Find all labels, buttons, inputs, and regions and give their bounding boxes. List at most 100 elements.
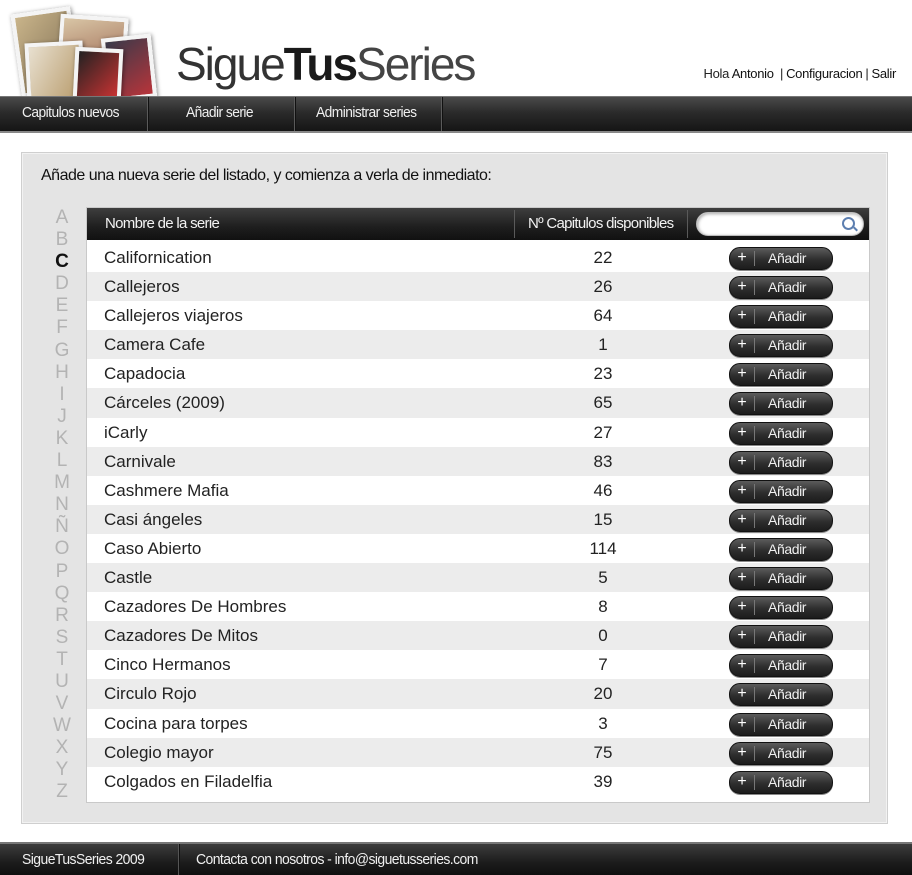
series-name: Callejeros — [104, 277, 180, 297]
chapter-count: 64 — [593, 306, 613, 326]
plus-icon: + — [737, 743, 747, 761]
series-name: Colgados en Filadelfia — [104, 771, 273, 791]
table-row: Circulo Rojo 20 + Añadir — [87, 679, 869, 709]
table-row: Capadocia 23 + Añadir — [87, 359, 869, 388]
config-link[interactable]: Configuracion — [786, 66, 863, 81]
add-series-button[interactable]: + Añadir — [729, 741, 833, 765]
chapter-count: 20 — [593, 684, 613, 704]
search-icon[interactable] — [842, 217, 855, 230]
series-name: Cashmere Mafia — [104, 480, 229, 500]
plus-icon: + — [737, 394, 747, 412]
plus-icon: + — [737, 365, 747, 383]
add-button-label: Añadir — [768, 628, 807, 645]
add-series-button[interactable]: + Añadir — [729, 334, 833, 358]
nav-item-add-series[interactable]: Añadir serie — [186, 97, 287, 131]
add-series-button[interactable]: + Añadir — [729, 537, 833, 561]
add-button-label: Añadir — [768, 279, 807, 296]
alphabet-index: ABCDEFGHIJKLMNÑOPQRSTUVWXYZ — [50, 207, 74, 804]
add-series-button[interactable]: + Añadir — [729, 712, 833, 736]
alphabet-letter[interactable]: L — [50, 450, 74, 472]
button-divider — [754, 716, 755, 732]
add-button-label: Añadir — [768, 424, 807, 441]
alphabet-letter[interactable]: I — [50, 384, 74, 406]
alphabet-letter[interactable]: N — [50, 494, 74, 516]
alphabet-letter[interactable]: B — [50, 229, 74, 251]
alphabet-letter[interactable]: E — [50, 295, 74, 317]
alphabet-letter[interactable]: T — [50, 649, 74, 671]
separator: | — [865, 66, 869, 81]
add-series-button[interactable]: + Añadir — [729, 479, 833, 503]
site-logo-text[interactable]: SigueTusSeries — [176, 34, 476, 94]
username-link[interactable]: Antonio — [732, 66, 774, 81]
table-row: Caso Abierto 114 + Añadir — [87, 534, 869, 563]
plus-icon: + — [737, 249, 747, 266]
alphabet-letter[interactable]: W — [50, 715, 74, 737]
logo-photo-collage — [10, 6, 162, 104]
series-name: iCarly — [104, 422, 148, 442]
add-series-button[interactable]: + Añadir — [729, 654, 833, 678]
plus-icon: + — [737, 423, 747, 441]
button-divider — [754, 309, 755, 325]
table-row: Callejeros viajeros 64 + Añadir — [87, 301, 869, 330]
footer-contact-link[interactable]: Contacta con nosotros - info@siguetusser… — [196, 844, 478, 875]
add-series-button[interactable]: + Añadir — [729, 567, 833, 591]
button-divider — [754, 425, 755, 441]
alphabet-letter[interactable]: P — [50, 561, 74, 583]
alphabet-letter[interactable]: S — [50, 627, 74, 649]
alphabet-letter[interactable]: X — [50, 737, 74, 759]
add-series-button[interactable]: + Añadir — [729, 247, 833, 270]
alphabet-letter[interactable]: R — [50, 605, 74, 627]
alphabet-letter[interactable]: D — [50, 273, 74, 295]
series-name: Cárceles (2009) — [104, 393, 225, 413]
add-series-button[interactable]: + Añadir — [729, 421, 833, 445]
column-header-count: Nº Capitulos disponibles — [528, 215, 674, 232]
table-row: Camera Cafe 1 + Añadir — [87, 330, 869, 360]
chapter-count: 23 — [593, 364, 613, 384]
chapter-count: 114 — [589, 538, 617, 558]
add-series-button[interactable]: + Añadir — [729, 596, 833, 620]
alphabet-letter[interactable]: A — [50, 207, 74, 229]
plus-icon: + — [737, 656, 747, 674]
alphabet-letter[interactable]: C — [50, 251, 74, 273]
table-row: Colegio mayor 75 + Añadir — [87, 737, 869, 767]
add-series-button[interactable]: + Añadir — [729, 450, 833, 474]
alphabet-letter[interactable]: G — [50, 340, 74, 362]
alphabet-letter[interactable]: V — [50, 693, 74, 715]
alphabet-letter[interactable]: O — [50, 538, 74, 560]
table-row: Castle 5 + Añadir — [87, 563, 869, 593]
add-series-button[interactable]: + Añadir — [729, 305, 833, 329]
nav-item-manage-series[interactable]: Administrar series — [316, 97, 445, 131]
add-series-button[interactable]: + Añadir — [729, 770, 833, 794]
alphabet-letter[interactable]: Y — [50, 759, 74, 781]
chapter-count: 3 — [598, 713, 608, 733]
intro-text: Añade una nueva serie del listado, y com… — [41, 167, 492, 184]
logout-link[interactable]: Salir — [871, 66, 896, 81]
button-divider — [754, 454, 755, 470]
alphabet-letter[interactable]: K — [50, 428, 74, 450]
alphabet-letter[interactable]: H — [50, 362, 74, 384]
add-series-button[interactable]: + Añadir — [729, 276, 833, 300]
alphabet-letter[interactable]: U — [50, 671, 74, 693]
alphabet-letter[interactable]: F — [50, 317, 74, 339]
series-name: Capadocia — [104, 364, 186, 384]
alphabet-letter[interactable]: M — [50, 472, 74, 494]
greeting-text: Hola — [703, 66, 730, 81]
alphabet-letter[interactable]: Q — [50, 583, 74, 605]
add-series-button[interactable]: + Añadir — [729, 392, 833, 416]
nav-item-new-chapters[interactable]: Capitulos nuevos — [22, 97, 146, 131]
table-row: Carnivale 83 + Añadir — [87, 446, 869, 476]
table-row: Cazadores De Mitos 0 + Añadir — [87, 621, 869, 651]
button-divider — [754, 571, 755, 587]
series-name: Colegio mayor — [104, 742, 214, 762]
alphabet-letter[interactable]: Z — [50, 781, 74, 803]
alphabet-letter[interactable]: Ñ — [50, 516, 74, 538]
add-series-button[interactable]: + Añadir — [729, 363, 833, 387]
add-button-label: Añadir — [768, 511, 807, 528]
separator: | — [780, 66, 784, 81]
add-series-button[interactable]: + Añadir — [729, 508, 833, 532]
search-input[interactable] — [707, 213, 841, 235]
add-series-button[interactable]: + Añadir — [729, 683, 833, 707]
plus-icon: + — [737, 452, 747, 470]
alphabet-letter[interactable]: J — [50, 406, 74, 428]
add-series-button[interactable]: + Añadir — [729, 625, 833, 649]
